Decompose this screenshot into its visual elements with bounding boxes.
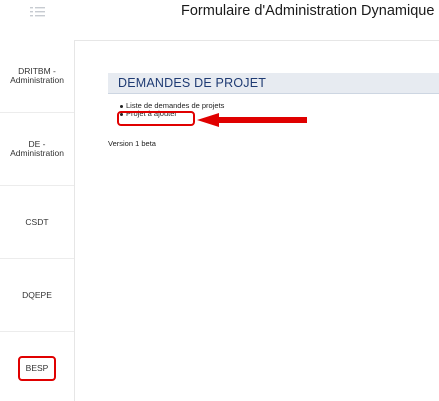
sidebar-item-dritbm-administration[interactable]: DRITBM - Administration (0, 40, 74, 113)
sidebar-item-label: BESP (17, 356, 57, 381)
page: Formulaire d'Administration Dynamique DR… (0, 0, 439, 401)
annotation-highlight-box (117, 111, 195, 126)
sidebar: DRITBM - Administration DE - Administrat… (0, 40, 75, 401)
sidebar-item-label: Administration (10, 75, 64, 85)
sidebar-item-dqepe[interactable]: DQEPE (0, 259, 74, 332)
sidebar-item-label: DQEPE (22, 289, 52, 300)
arrow-left-icon (197, 113, 307, 127)
version-text: Version 1 beta (108, 139, 156, 148)
panel-header: DEMANDES DE PROJET (108, 73, 439, 94)
sidebar-item-de-administration[interactable]: DE - Administration (0, 113, 74, 186)
top-header: Formulaire d'Administration Dynamique (0, 0, 439, 40)
sidebar-item-besp[interactable]: BESP (0, 332, 74, 401)
sidebar-item-csdt[interactable]: CSDT (0, 186, 74, 259)
sidebar-item-label: CSDT (25, 216, 49, 227)
main-content: DEMANDES DE PROJET Liste de demandes de … (75, 40, 439, 401)
app-title: Formulaire d'Administration Dynamique (181, 3, 435, 19)
panel-title: DEMANDES DE PROJET (118, 76, 267, 90)
hamburger-icon[interactable] (30, 6, 46, 18)
sidebar-item-label: Administration (10, 148, 64, 158)
